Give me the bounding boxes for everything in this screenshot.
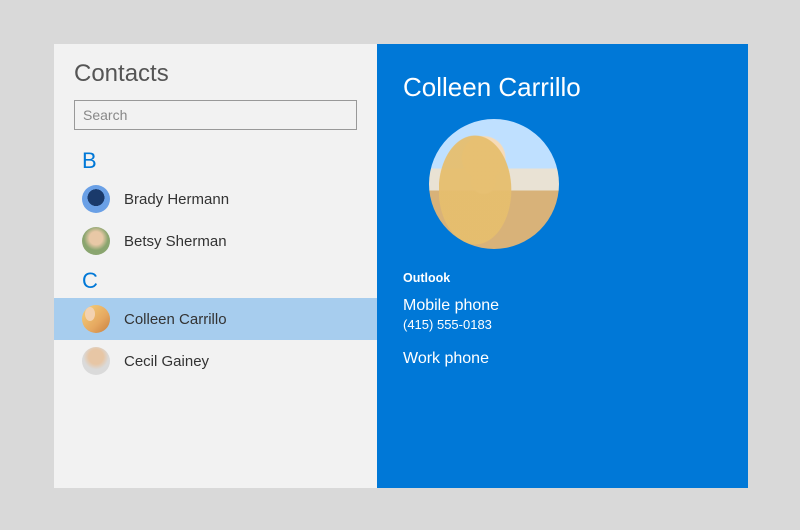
search-input[interactable]	[74, 100, 357, 130]
contact-row-colleen[interactable]: Colleen Carrillo	[54, 298, 377, 340]
field-value-mobile: (415) 555-0183	[403, 317, 722, 332]
contact-detail-pane: Colleen Carrillo Outlook Mobile phone (4…	[377, 44, 748, 488]
contacts-list: B Brady Hermann Betsy Sherman C Colleen …	[54, 142, 377, 488]
contact-name: Cecil Gainey	[124, 353, 209, 370]
avatar	[82, 305, 110, 333]
contacts-window: Contacts B Brady Hermann Betsy Sherman C…	[54, 44, 748, 488]
group-header-b[interactable]: B	[54, 142, 377, 178]
contact-row-brady[interactable]: Brady Hermann	[54, 178, 377, 220]
contact-name: Brady Hermann	[124, 191, 229, 208]
detail-avatar	[429, 119, 559, 249]
avatar	[82, 347, 110, 375]
detail-source: Outlook	[403, 271, 722, 285]
contacts-list-pane: Contacts B Brady Hermann Betsy Sherman C…	[54, 44, 377, 488]
field-label-work: Work phone	[403, 350, 722, 368]
pane-title: Contacts	[54, 44, 377, 96]
contact-name: Betsy Sherman	[124, 233, 227, 250]
contact-row-cecil[interactable]: Cecil Gainey	[54, 340, 377, 382]
contact-name: Colleen Carrillo	[124, 311, 227, 328]
avatar	[82, 185, 110, 213]
field-label-mobile: Mobile phone	[403, 297, 722, 315]
group-header-c[interactable]: C	[54, 262, 377, 298]
avatar	[82, 227, 110, 255]
detail-contact-name: Colleen Carrillo	[403, 72, 722, 103]
contact-row-betsy[interactable]: Betsy Sherman	[54, 220, 377, 262]
